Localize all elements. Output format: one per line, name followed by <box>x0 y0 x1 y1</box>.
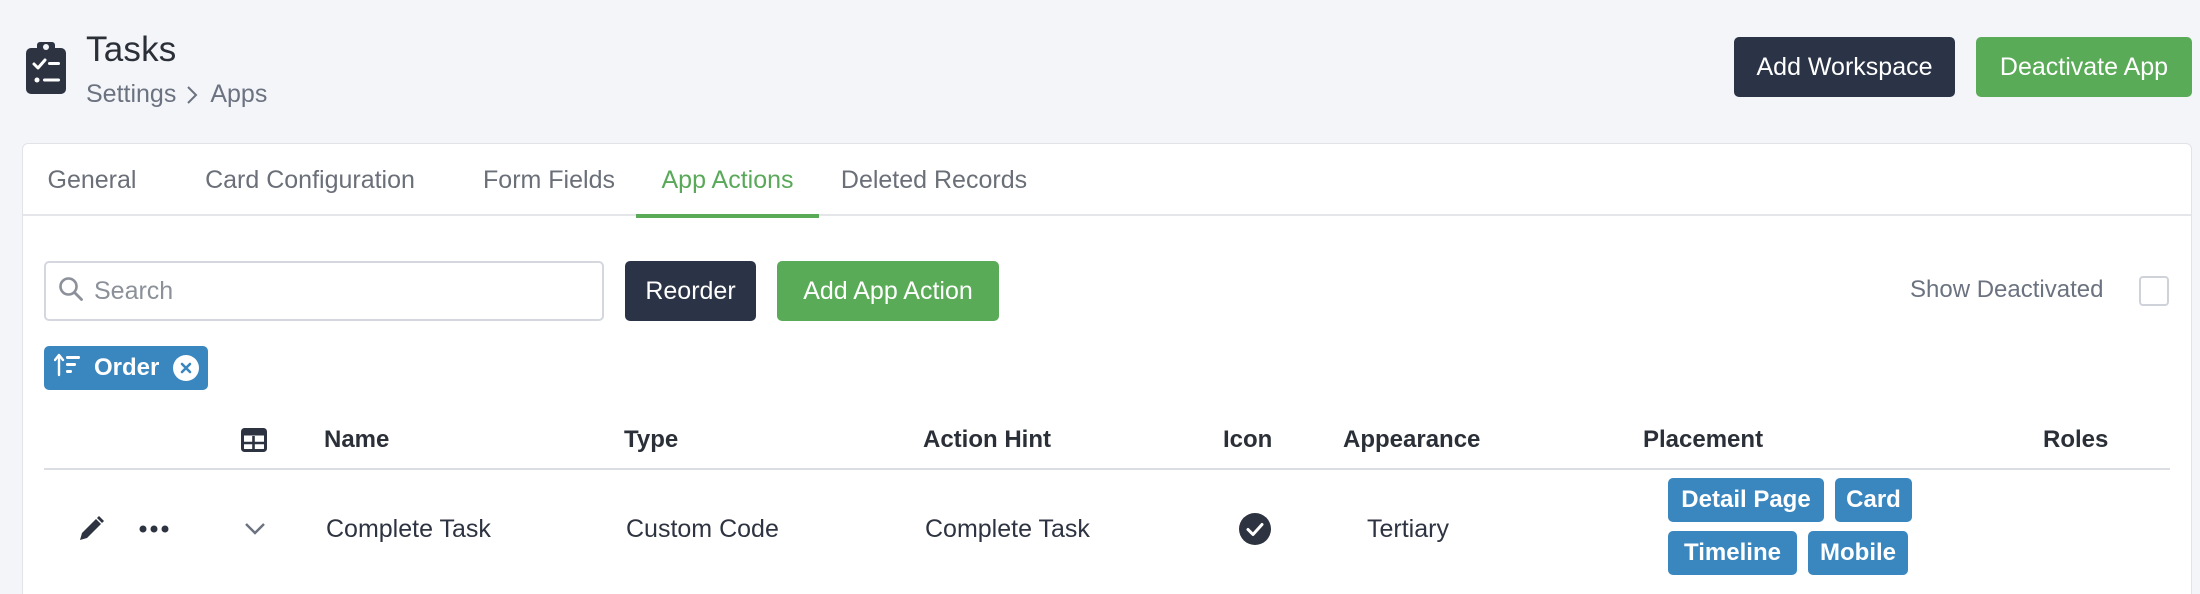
clipboard-checklist-icon <box>24 40 68 96</box>
search-icon <box>58 276 84 307</box>
add-app-action-button[interactable]: Add App Action <box>777 261 999 321</box>
cell-appearance: Tertiary <box>1367 514 1449 543</box>
tab-card-configuration[interactable]: Card Configuration <box>193 144 427 216</box>
show-deactivated-label: Show Deactivated <box>1910 276 2104 303</box>
breadcrumb-apps[interactable]: Apps <box>210 80 267 109</box>
page-title: Tasks <box>86 30 177 69</box>
breadcrumb-settings[interactable]: Settings <box>86 80 176 109</box>
reorder-button[interactable]: Reorder <box>625 261 756 321</box>
edit-pencil-icon[interactable] <box>76 472 106 586</box>
column-header-action-hint[interactable]: Action Hint <box>923 410 1051 470</box>
table-header: Name Type Action Hint Icon Appearance Pl… <box>44 410 2170 470</box>
more-options-icon[interactable] <box>139 472 169 586</box>
chevron-right-icon <box>186 84 200 106</box>
placement-badge-detail-page: Detail Page <box>1668 478 1824 522</box>
remove-filter-icon[interactable] <box>173 355 200 381</box>
placement-badge-mobile: Mobile <box>1808 531 1908 575</box>
placement-badge-card: Card <box>1835 478 1912 522</box>
show-deactivated-checkbox[interactable] <box>2139 276 2169 306</box>
column-header-appearance[interactable]: Appearance <box>1343 410 1480 470</box>
chip-label: Order <box>94 354 160 381</box>
tab-general[interactable]: General <box>37 144 147 216</box>
column-header-name[interactable]: Name <box>324 410 389 470</box>
add-workspace-button[interactable]: Add Workspace <box>1734 37 1955 97</box>
settings-card: General Card Configuration Form Fields A… <box>22 143 2192 594</box>
search-field[interactable] <box>44 261 604 321</box>
tab-form-fields[interactable]: Form Fields <box>461 144 637 216</box>
breadcrumb: Settings Apps <box>86 80 267 109</box>
tab-deleted-records[interactable]: Deleted Records <box>827 144 1041 216</box>
tab-app-actions[interactable]: App Actions <box>636 144 819 218</box>
column-header-placement[interactable]: Placement <box>1643 410 1763 470</box>
sort-ascending-icon <box>53 353 82 384</box>
chevron-down-icon[interactable] <box>244 472 266 586</box>
deactivate-app-button[interactable]: Deactivate App <box>1976 37 2192 97</box>
column-header-type[interactable]: Type <box>624 410 678 470</box>
placement-badge-timeline: Timeline <box>1668 531 1797 575</box>
tab-bar: General Card Configuration Form Fields A… <box>23 144 2191 218</box>
search-input[interactable] <box>94 276 574 306</box>
check-circle-icon <box>1238 472 1272 586</box>
column-header-icon[interactable]: Icon <box>1223 410 1272 470</box>
table-row[interactable]: Complete Task Custom Code Complete Task … <box>44 472 2170 594</box>
cell-type: Custom Code <box>626 514 779 543</box>
cell-name: Complete Task <box>326 514 491 543</box>
cell-action-hint: Complete Task <box>925 514 1090 543</box>
order-filter-chip[interactable]: Order <box>44 346 208 390</box>
column-picker-icon[interactable] <box>241 410 267 470</box>
column-header-roles[interactable]: Roles <box>2043 410 2108 470</box>
